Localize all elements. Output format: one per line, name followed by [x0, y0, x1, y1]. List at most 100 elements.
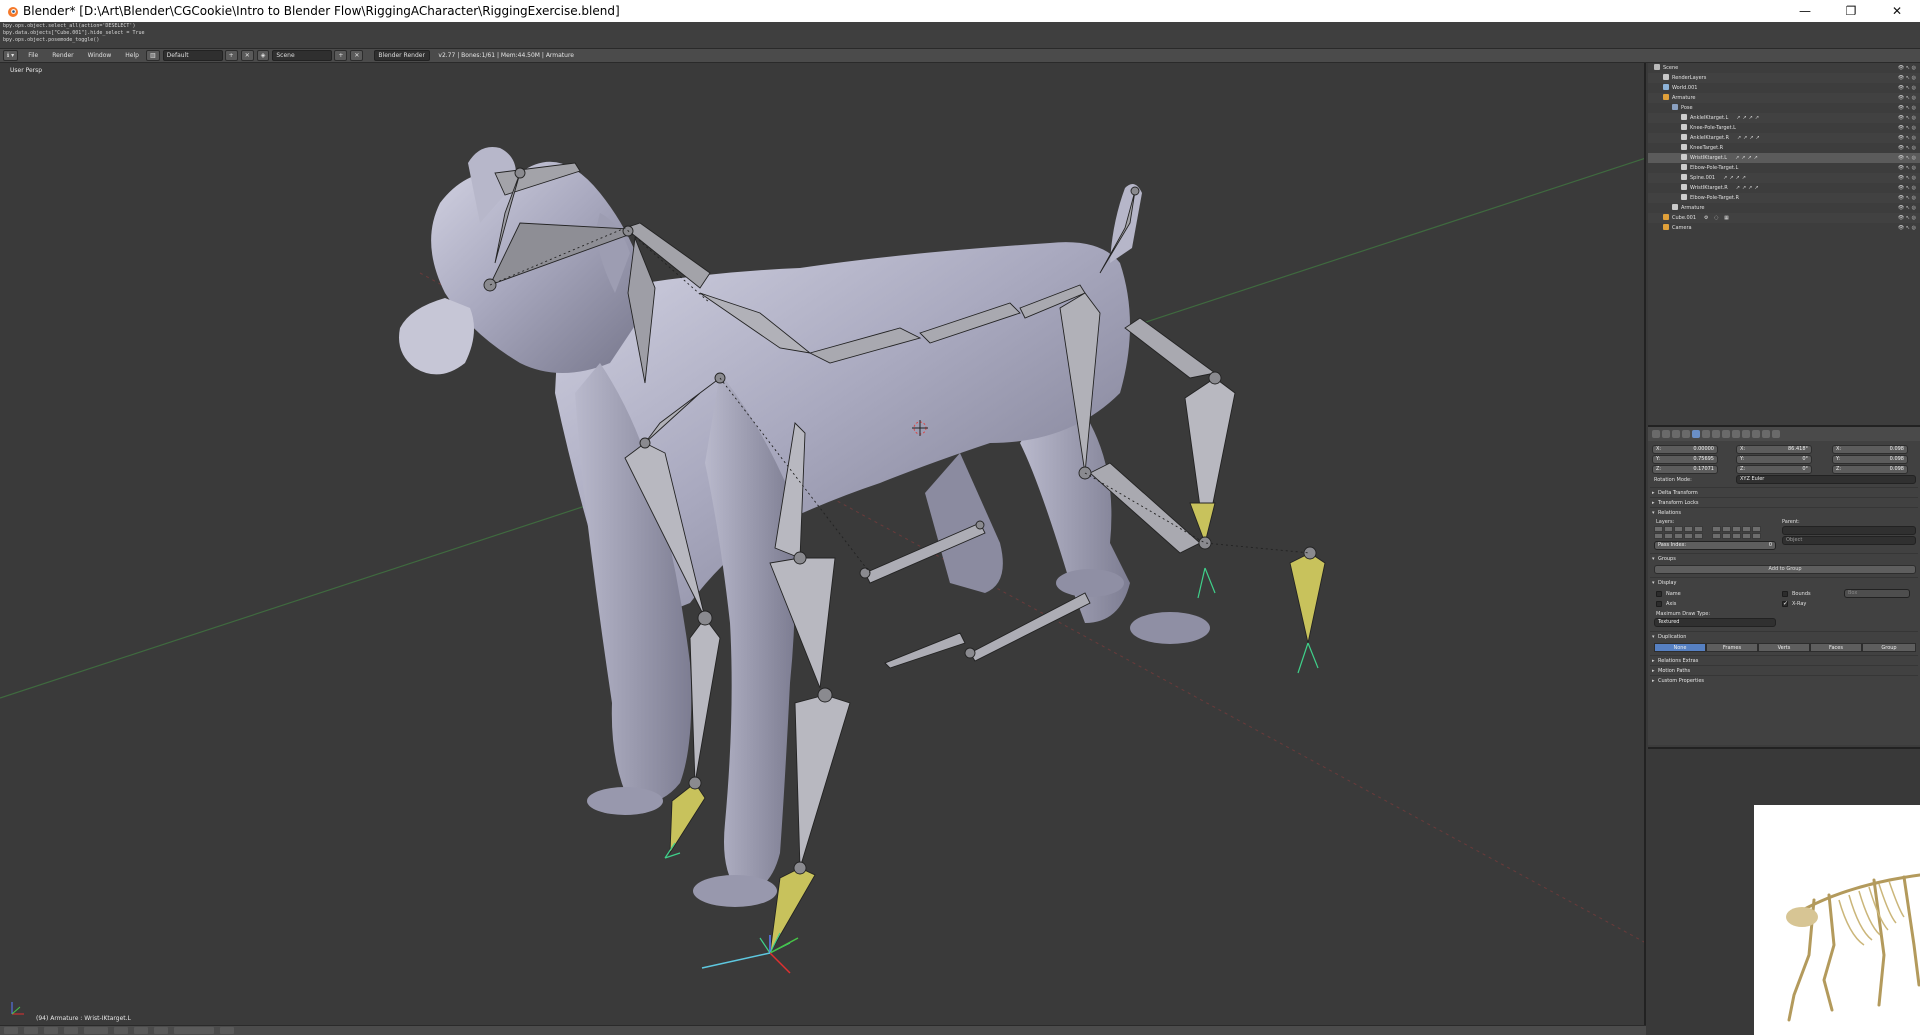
image-editor[interactable]	[1648, 747, 1920, 1035]
scene-tab-icon[interactable]	[1672, 430, 1680, 438]
bone-pole-r2[interactable]	[969, 592, 1091, 662]
rotation-y-field[interactable]: Y: 0°	[1736, 455, 1812, 464]
parent-type-select[interactable]: Object	[1782, 536, 1916, 545]
mode-select[interactable]	[84, 1027, 108, 1034]
layers-grid[interactable]	[1654, 526, 1703, 539]
3d-viewport[interactable]: User Persp (94) Armature : Wrist-IKtarge…	[0, 63, 1646, 1025]
manipulator-button[interactable]	[154, 1027, 168, 1034]
visibility-toggle-icons[interactable]: 👁 ↖ ◎	[1898, 113, 1916, 123]
menu-help[interactable]: Help	[125, 52, 139, 59]
modifiers-tab-icon[interactable]	[1712, 430, 1720, 438]
select-menu-button[interactable]	[44, 1027, 58, 1034]
duplication-none-button[interactable]: None	[1654, 643, 1706, 652]
bone-tab-icon[interactable]	[1732, 430, 1740, 438]
outliner-item[interactable]: Knee-Pole-Target.L 👁 ↖ ◎	[1648, 123, 1920, 133]
visibility-toggle-icons[interactable]: 👁 ↖ ◎	[1898, 73, 1916, 83]
custom-properties-panel[interactable]: Custom Properties	[1650, 675, 1918, 686]
world-tab-icon[interactable]	[1682, 430, 1690, 438]
duplication-group-button[interactable]: Group	[1862, 643, 1916, 652]
visibility-toggle-icons[interactable]: 👁 ↖ ◎	[1898, 193, 1916, 203]
maximize-button[interactable]: ❐	[1828, 0, 1874, 22]
outliner-item[interactable]: Armature 👁 ↖ ◎	[1648, 203, 1920, 213]
pivot-button[interactable]	[134, 1027, 148, 1034]
relations-panel[interactable]: Relations	[1650, 507, 1918, 518]
bone-hand-l-ik[interactable]	[669, 782, 706, 855]
scale-x-field[interactable]: X: 0.098	[1832, 445, 1908, 454]
visibility-toggle-icons[interactable]: 👁 ↖ ◎	[1898, 143, 1916, 153]
outliner-item[interactable]: Elbow-Pole-Target.L 👁 ↖ ◎	[1648, 163, 1920, 173]
display-bounds-checkbox[interactable]	[1782, 591, 1788, 597]
duplication-frames-button[interactable]: Frames	[1706, 643, 1758, 652]
visibility-toggle-icons[interactable]: 👁 ↖ ◎	[1898, 103, 1916, 113]
scene-field[interactable]: Scene	[272, 50, 333, 61]
outliner-item[interactable]: Pose 👁 ↖ ◎	[1648, 103, 1920, 113]
visibility-toggle-icons[interactable]: 👁 ↖ ◎	[1898, 93, 1916, 103]
display-xray-checkbox[interactable]	[1782, 600, 1788, 607]
delta-transform-panel[interactable]: Delta Transform	[1650, 487, 1918, 498]
pass-index-field[interactable]: Pass Index: 0	[1654, 541, 1776, 550]
visibility-toggle-icons[interactable]: 👁 ↖ ◎	[1898, 213, 1916, 223]
pose-menu-button[interactable]	[64, 1027, 78, 1034]
visibility-toggle-icons[interactable]: 👁 ↖ ◎	[1898, 173, 1916, 183]
scale-z-field[interactable]: Z: 0.098	[1832, 465, 1908, 474]
layers-grid-2[interactable]	[1712, 526, 1761, 539]
location-z-field[interactable]: Z: 0.17071	[1652, 465, 1718, 474]
outliner-item[interactable]: RenderLayers 👁 ↖ ◎	[1648, 73, 1920, 83]
outliner-item[interactable]: Camera 👁 ↖ ◎	[1648, 223, 1920, 233]
bone-forearm-l[interactable]	[689, 617, 721, 784]
outliner-item[interactable]: Spine.001 ↗↗↗↗ 👁 ↖ ◎	[1648, 173, 1920, 183]
visibility-toggle-icons[interactable]: 👁 ↖ ◎	[1898, 183, 1916, 193]
snap-button[interactable]	[220, 1027, 234, 1034]
outliner-item[interactable]: Cube.001 ⚙ ◌ ▦ 👁 ↖ ◎	[1648, 213, 1920, 223]
outliner-item[interactable]: KneeTarget.R 👁 ↖ ◎	[1648, 143, 1920, 153]
outliner-item[interactable]: World.001 👁 ↖ ◎	[1648, 83, 1920, 93]
outliner-item[interactable]: AnkleIKtarget.R ↗↗↗↗ 👁 ↖ ◎	[1648, 133, 1920, 143]
outliner-item[interactable]: Scene 👁 ↖ ◎	[1648, 63, 1920, 73]
menu-file[interactable]: File	[28, 52, 38, 59]
view-menu-button[interactable]	[24, 1027, 38, 1034]
bone-foot-r-ik[interactable]	[1289, 552, 1326, 644]
viewport-scene[interactable]	[0, 63, 1646, 1025]
visibility-toggle-icons[interactable]: 👁 ↖ ◎	[1898, 123, 1916, 133]
relations-extras-panel[interactable]: Relations Extras	[1650, 655, 1918, 666]
bone-constraint-tab-icon[interactable]	[1742, 430, 1750, 438]
editor-type-button[interactable]	[4, 1027, 18, 1034]
outliner-item[interactable]: Elbow-Pole-Target.R 👁 ↖ ◎	[1648, 193, 1920, 203]
texture-tab-icon[interactable]	[1762, 430, 1770, 438]
max-draw-type-select[interactable]: Textured	[1654, 618, 1776, 627]
add-to-group-button[interactable]: Add to Group	[1654, 565, 1916, 574]
duplication-verts-button[interactable]: Verts	[1758, 643, 1810, 652]
shading-button[interactable]	[114, 1027, 128, 1034]
bone-lower-r[interactable]	[794, 694, 851, 869]
visibility-toggle-icons[interactable]: 👁 ↖ ◎	[1898, 163, 1916, 173]
render-layers-tab-icon[interactable]	[1662, 430, 1670, 438]
render-engine-select[interactable]: Blender Render	[374, 50, 431, 61]
editor-type-button[interactable]: ℹ ▾	[3, 50, 19, 61]
visibility-toggle-icons[interactable]: 👁 ↖ ◎	[1898, 63, 1916, 73]
close-button[interactable]: ✕	[1874, 0, 1920, 22]
menu-window[interactable]: Window	[88, 52, 112, 59]
rotation-z-field[interactable]: Z: 0°	[1736, 465, 1812, 474]
screen-layout-icon[interactable]: ▥	[145, 50, 160, 61]
bounds-type-select[interactable]: Box	[1844, 589, 1910, 598]
minimize-button[interactable]: —	[1782, 0, 1828, 22]
outliner-item[interactable]: WristIKtarget.R ↗↗↗↗ 👁 ↖ ◎	[1648, 183, 1920, 193]
scene-add-button[interactable]: +	[334, 50, 348, 61]
location-y-field[interactable]: Y: 0.75695	[1652, 455, 1718, 464]
display-axis-checkbox[interactable]	[1656, 601, 1662, 607]
transform-locks-panel[interactable]: Transform Locks	[1650, 497, 1918, 508]
menu-render[interactable]: Render	[52, 52, 73, 59]
motion-paths-panel[interactable]: Motion Paths	[1650, 665, 1918, 676]
duplication-faces-button[interactable]: Faces	[1810, 643, 1862, 652]
display-panel[interactable]: Display	[1650, 577, 1918, 588]
screen-layout-field[interactable]: Default	[162, 50, 223, 61]
outliner[interactable]: Scene 👁 ↖ ◎ RenderLayers 👁 ↖ ◎ World.001 👁 ↖ …	[1648, 63, 1920, 425]
scene-remove-button[interactable]: ✕	[350, 50, 364, 61]
scale-y-field[interactable]: Y: 0.098	[1832, 455, 1908, 464]
parent-field[interactable]	[1782, 526, 1916, 535]
visibility-toggle-icons[interactable]: 👁 ↖ ◎	[1898, 133, 1916, 143]
bone-thigh-l[interactable]	[1124, 317, 1217, 379]
visibility-toggle-icons[interactable]: 👁 ↖ ◎	[1898, 223, 1916, 233]
outliner-item[interactable]: Armature 👁 ↖ ◎	[1648, 93, 1920, 103]
screen-add-button[interactable]: +	[224, 50, 238, 61]
